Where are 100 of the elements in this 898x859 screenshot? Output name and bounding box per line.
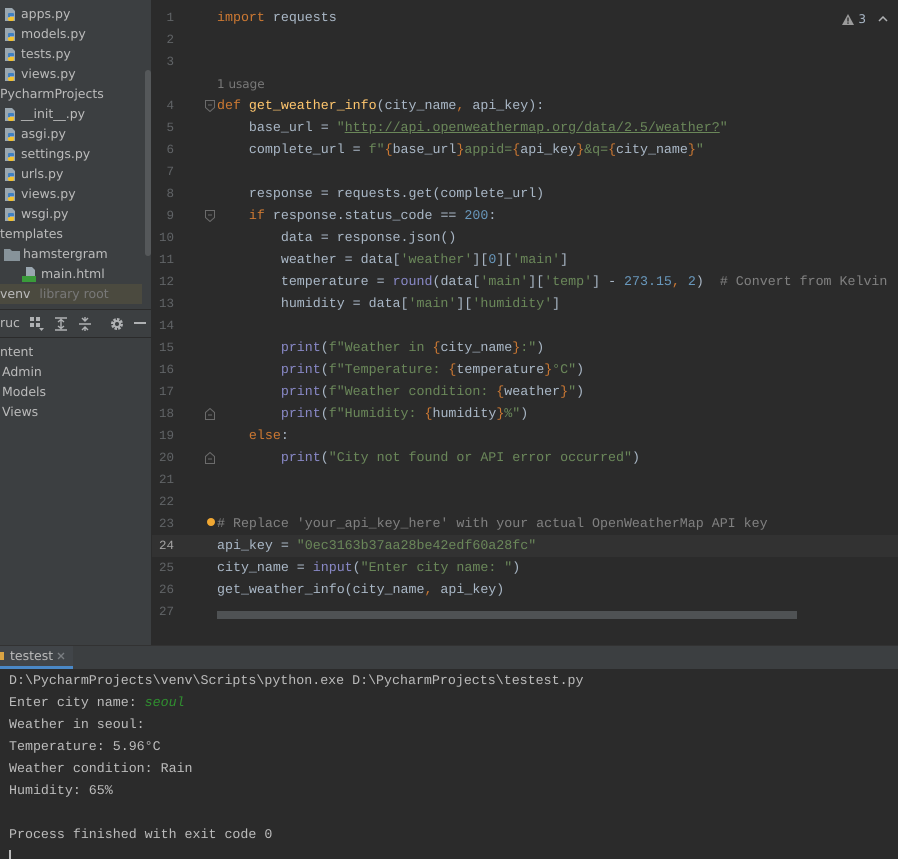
code-line: data = response.json() bbox=[280, 229, 456, 248]
console-line: Weather in seoul: bbox=[9, 716, 145, 734]
tree-label: models.py bbox=[21, 24, 86, 43]
code-line: base_url = "http://api.openweathermap.org/data/2.5/weather?" bbox=[248, 119, 728, 138]
folder-icon bbox=[4, 248, 20, 260]
tree-item[interactable]: views.py bbox=[0, 64, 142, 84]
tree-label: PycharmProjects bbox=[0, 84, 104, 103]
console-line: Process finished with exit code 0 bbox=[9, 826, 272, 844]
code-line: if response.status_code == 200: bbox=[248, 207, 496, 226]
tree-item[interactable]: PycharmProjects bbox=[0, 84, 142, 104]
tree-item[interactable]: urls.py bbox=[0, 164, 142, 184]
fold-marker-icon[interactable] bbox=[205, 408, 215, 420]
python-file-icon bbox=[4, 206, 18, 222]
tree-item[interactable]: settings.py bbox=[0, 144, 142, 164]
tree-label: asgi.py bbox=[21, 124, 66, 143]
tree-label: settings.py bbox=[21, 144, 90, 163]
warning-count[interactable]: 3 bbox=[858, 10, 866, 28]
line-number: 1 bbox=[165, 10, 174, 27]
line-number: 3 bbox=[165, 54, 174, 71]
line-number: 5 bbox=[165, 120, 174, 137]
line-number: 14 bbox=[158, 318, 174, 335]
tree-item[interactable]: hamstergram bbox=[0, 244, 142, 264]
python-file-icon bbox=[4, 26, 18, 42]
structure-item[interactable]: Admin bbox=[0, 362, 151, 382]
line-number: 15 bbox=[158, 340, 174, 357]
tree-item[interactable]: main.html bbox=[0, 264, 142, 284]
line-number: 12 bbox=[158, 274, 174, 291]
tree-item[interactable]: __init__.py bbox=[0, 104, 142, 124]
chevron-up-icon[interactable] bbox=[878, 16, 888, 22]
python-file-icon bbox=[4, 106, 18, 122]
tree-item[interactable]: asgi.py bbox=[0, 124, 142, 144]
line-number: 20 bbox=[158, 450, 174, 467]
tree-label: tests.py bbox=[21, 44, 71, 63]
fold-marker-icon[interactable] bbox=[205, 210, 215, 222]
structure-item[interactable]: Models bbox=[0, 382, 151, 402]
expand-all-icon[interactable] bbox=[54, 316, 68, 330]
line-number: 19 bbox=[158, 428, 174, 445]
tree-item[interactable]: templates bbox=[0, 224, 142, 244]
python-file-icon bbox=[4, 186, 18, 202]
warning-icon[interactable] bbox=[842, 14, 854, 24]
panel-title: ruc bbox=[0, 314, 20, 332]
scrollbar[interactable] bbox=[145, 70, 151, 256]
tree-item[interactable]: venv library root bbox=[0, 284, 142, 304]
python-file-icon bbox=[4, 166, 18, 182]
line-number: 18 bbox=[158, 406, 174, 423]
code-line: temperature = round(data['main']['temp'] - 273.15, 2) # Convert from Kelvin bbox=[280, 273, 888, 292]
code-line: print(f"Weather condition: {weather}") bbox=[280, 383, 584, 402]
tree-item[interactable]: views.py bbox=[0, 184, 142, 204]
code-line: weather = data['weather'][0]['main'] bbox=[280, 251, 568, 270]
line-number: 21 bbox=[158, 472, 174, 489]
tree-item[interactable]: apps.py bbox=[0, 4, 142, 24]
line-number: 11 bbox=[158, 252, 174, 269]
code-line: print(f"Humidity: {humidity}%") bbox=[280, 405, 528, 424]
tree-label: venv bbox=[0, 284, 30, 303]
fold-marker-icon[interactable] bbox=[205, 100, 215, 112]
horizontal-scrollbar[interactable] bbox=[217, 611, 797, 619]
line-number: 7 bbox=[165, 164, 174, 181]
tree-item[interactable]: models.py bbox=[0, 24, 142, 44]
code-line: print(f"Weather in {city_name}:") bbox=[280, 339, 544, 358]
code-line: import requests bbox=[217, 9, 337, 28]
usage-hint[interactable]: 1 usage bbox=[217, 75, 265, 93]
code-line: print("City not found or API error occurred") bbox=[280, 449, 640, 468]
code-line: get_weather_info(city_name, api_key) bbox=[217, 581, 504, 600]
code-line: humidity = data['main']['humidity'] bbox=[280, 295, 560, 314]
settings-icon[interactable] bbox=[110, 316, 124, 330]
line-number: 16 bbox=[158, 362, 174, 379]
tree-label: urls.py bbox=[21, 164, 64, 183]
library-hint: library root bbox=[39, 284, 109, 303]
fold-marker-icon[interactable] bbox=[205, 452, 215, 464]
minimize-icon[interactable] bbox=[134, 322, 146, 325]
python-file-icon bbox=[4, 6, 18, 22]
code-line: complete_url = f"{base_url}appid={api_key}&q={city_name}" bbox=[248, 141, 704, 160]
layout-icon[interactable] bbox=[30, 316, 44, 330]
python-file-icon bbox=[4, 146, 18, 162]
run-tab[interactable]: testest bbox=[0, 646, 74, 669]
line-number: 6 bbox=[165, 142, 174, 159]
text-cursor bbox=[9, 850, 11, 859]
line-number: 2 bbox=[165, 32, 174, 49]
collapse-all-icon[interactable] bbox=[78, 316, 92, 330]
line-number: 22 bbox=[158, 494, 174, 511]
line-number: 23 bbox=[158, 516, 174, 533]
tree-item[interactable]: wsgi.py bbox=[0, 204, 142, 224]
structure-item[interactable]: ntent bbox=[0, 342, 151, 362]
tree-label: views.py bbox=[21, 184, 76, 203]
line-number: 27 bbox=[158, 604, 174, 621]
console-line: Humidity: 65% bbox=[9, 782, 113, 800]
tree-label: main.html bbox=[41, 264, 105, 283]
line-number: 24 bbox=[158, 538, 174, 555]
structure-item[interactable]: Views bbox=[0, 402, 151, 422]
code-line: response = requests.get(complete_url) bbox=[248, 185, 544, 204]
line-number: 9 bbox=[165, 208, 174, 225]
tree-label: __init__.py bbox=[21, 104, 86, 123]
bulb-icon[interactable] bbox=[207, 518, 215, 526]
line-number: 17 bbox=[158, 384, 174, 401]
python-file-icon bbox=[4, 126, 18, 142]
line-number: 4 bbox=[165, 98, 174, 115]
html-file-icon bbox=[22, 266, 38, 282]
tree-item[interactable]: tests.py bbox=[0, 44, 142, 64]
console-line: Temperature: 5.96°C bbox=[9, 738, 161, 756]
code-line: print(f"Temperature: {temperature}°C") bbox=[280, 361, 584, 380]
